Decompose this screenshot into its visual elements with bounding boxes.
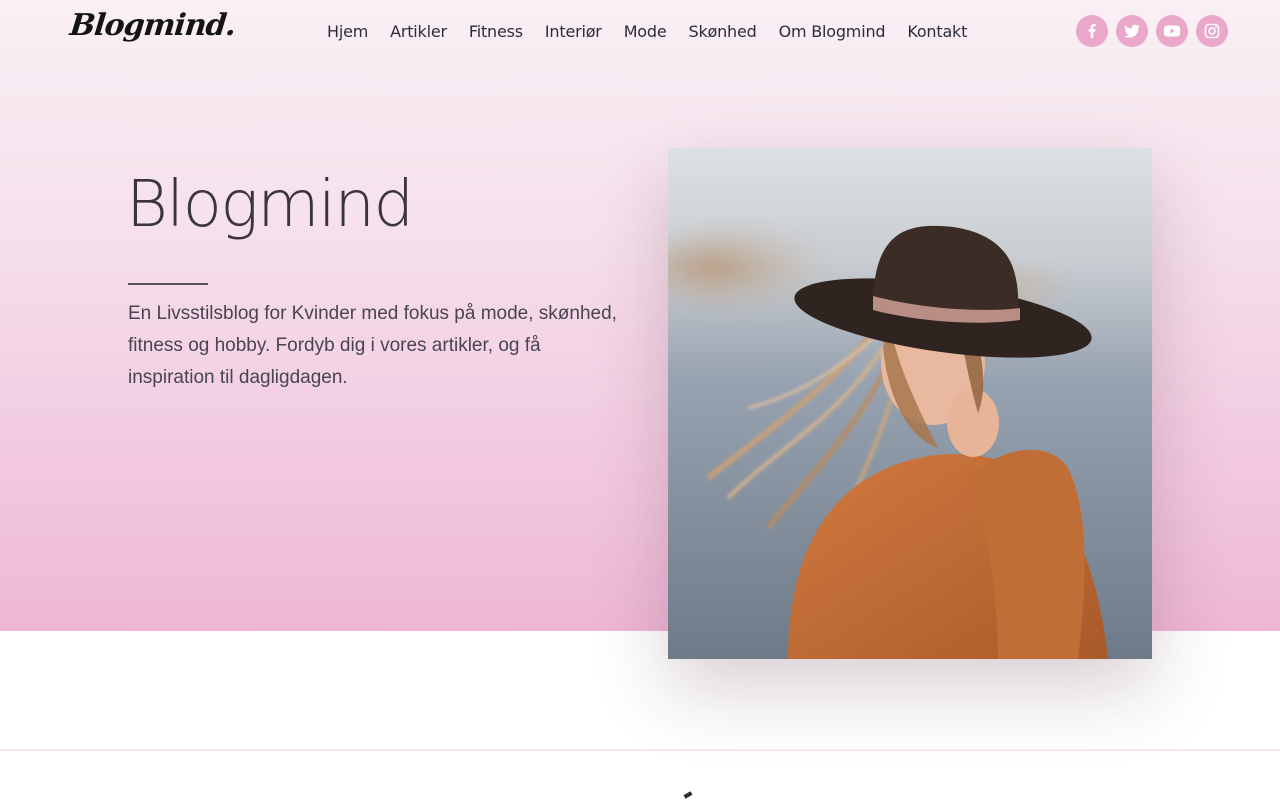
woman-in-hat-photo [668, 148, 1152, 659]
youtube-icon [1164, 25, 1180, 37]
nav-item-fitness[interactable]: Fitness [469, 22, 523, 41]
instagram-button[interactable] [1196, 15, 1228, 47]
section-divider [0, 749, 1280, 751]
nav-item-interior[interactable]: Interiør [545, 22, 602, 41]
page-title: Blogmind [126, 168, 414, 242]
main-nav: Hjem Artikler Fitness Interiør Mode Skøn… [327, 22, 989, 41]
nav-item-skonhed[interactable]: Skønhed [688, 22, 756, 41]
youtube-button[interactable] [1156, 15, 1188, 47]
hero-intro-text: En Livsstilsblog for Kvinder med fokus p… [128, 303, 617, 388]
next-section-heading-fragment [683, 791, 693, 799]
facebook-button[interactable] [1076, 15, 1108, 47]
nav-item-om-blogmind[interactable]: Om Blogmind [779, 22, 886, 41]
hero-photo [668, 148, 1152, 659]
social-links [1076, 15, 1228, 47]
nav-item-kontakt[interactable]: Kontakt [907, 22, 967, 41]
nav-item-hjem[interactable]: Hjem [327, 22, 368, 41]
site-header: Blogmind. Hjem Artikler Fitness Interiør… [0, 0, 1280, 68]
nav-item-mode[interactable]: Mode [624, 22, 667, 41]
facebook-icon [1088, 24, 1096, 38]
twitter-icon [1124, 24, 1140, 38]
site-logo[interactable]: Blogmind. [68, 8, 237, 43]
title-divider [128, 283, 208, 285]
twitter-button[interactable] [1116, 15, 1148, 47]
nav-item-artikler[interactable]: Artikler [390, 22, 447, 41]
instagram-icon [1204, 23, 1220, 39]
